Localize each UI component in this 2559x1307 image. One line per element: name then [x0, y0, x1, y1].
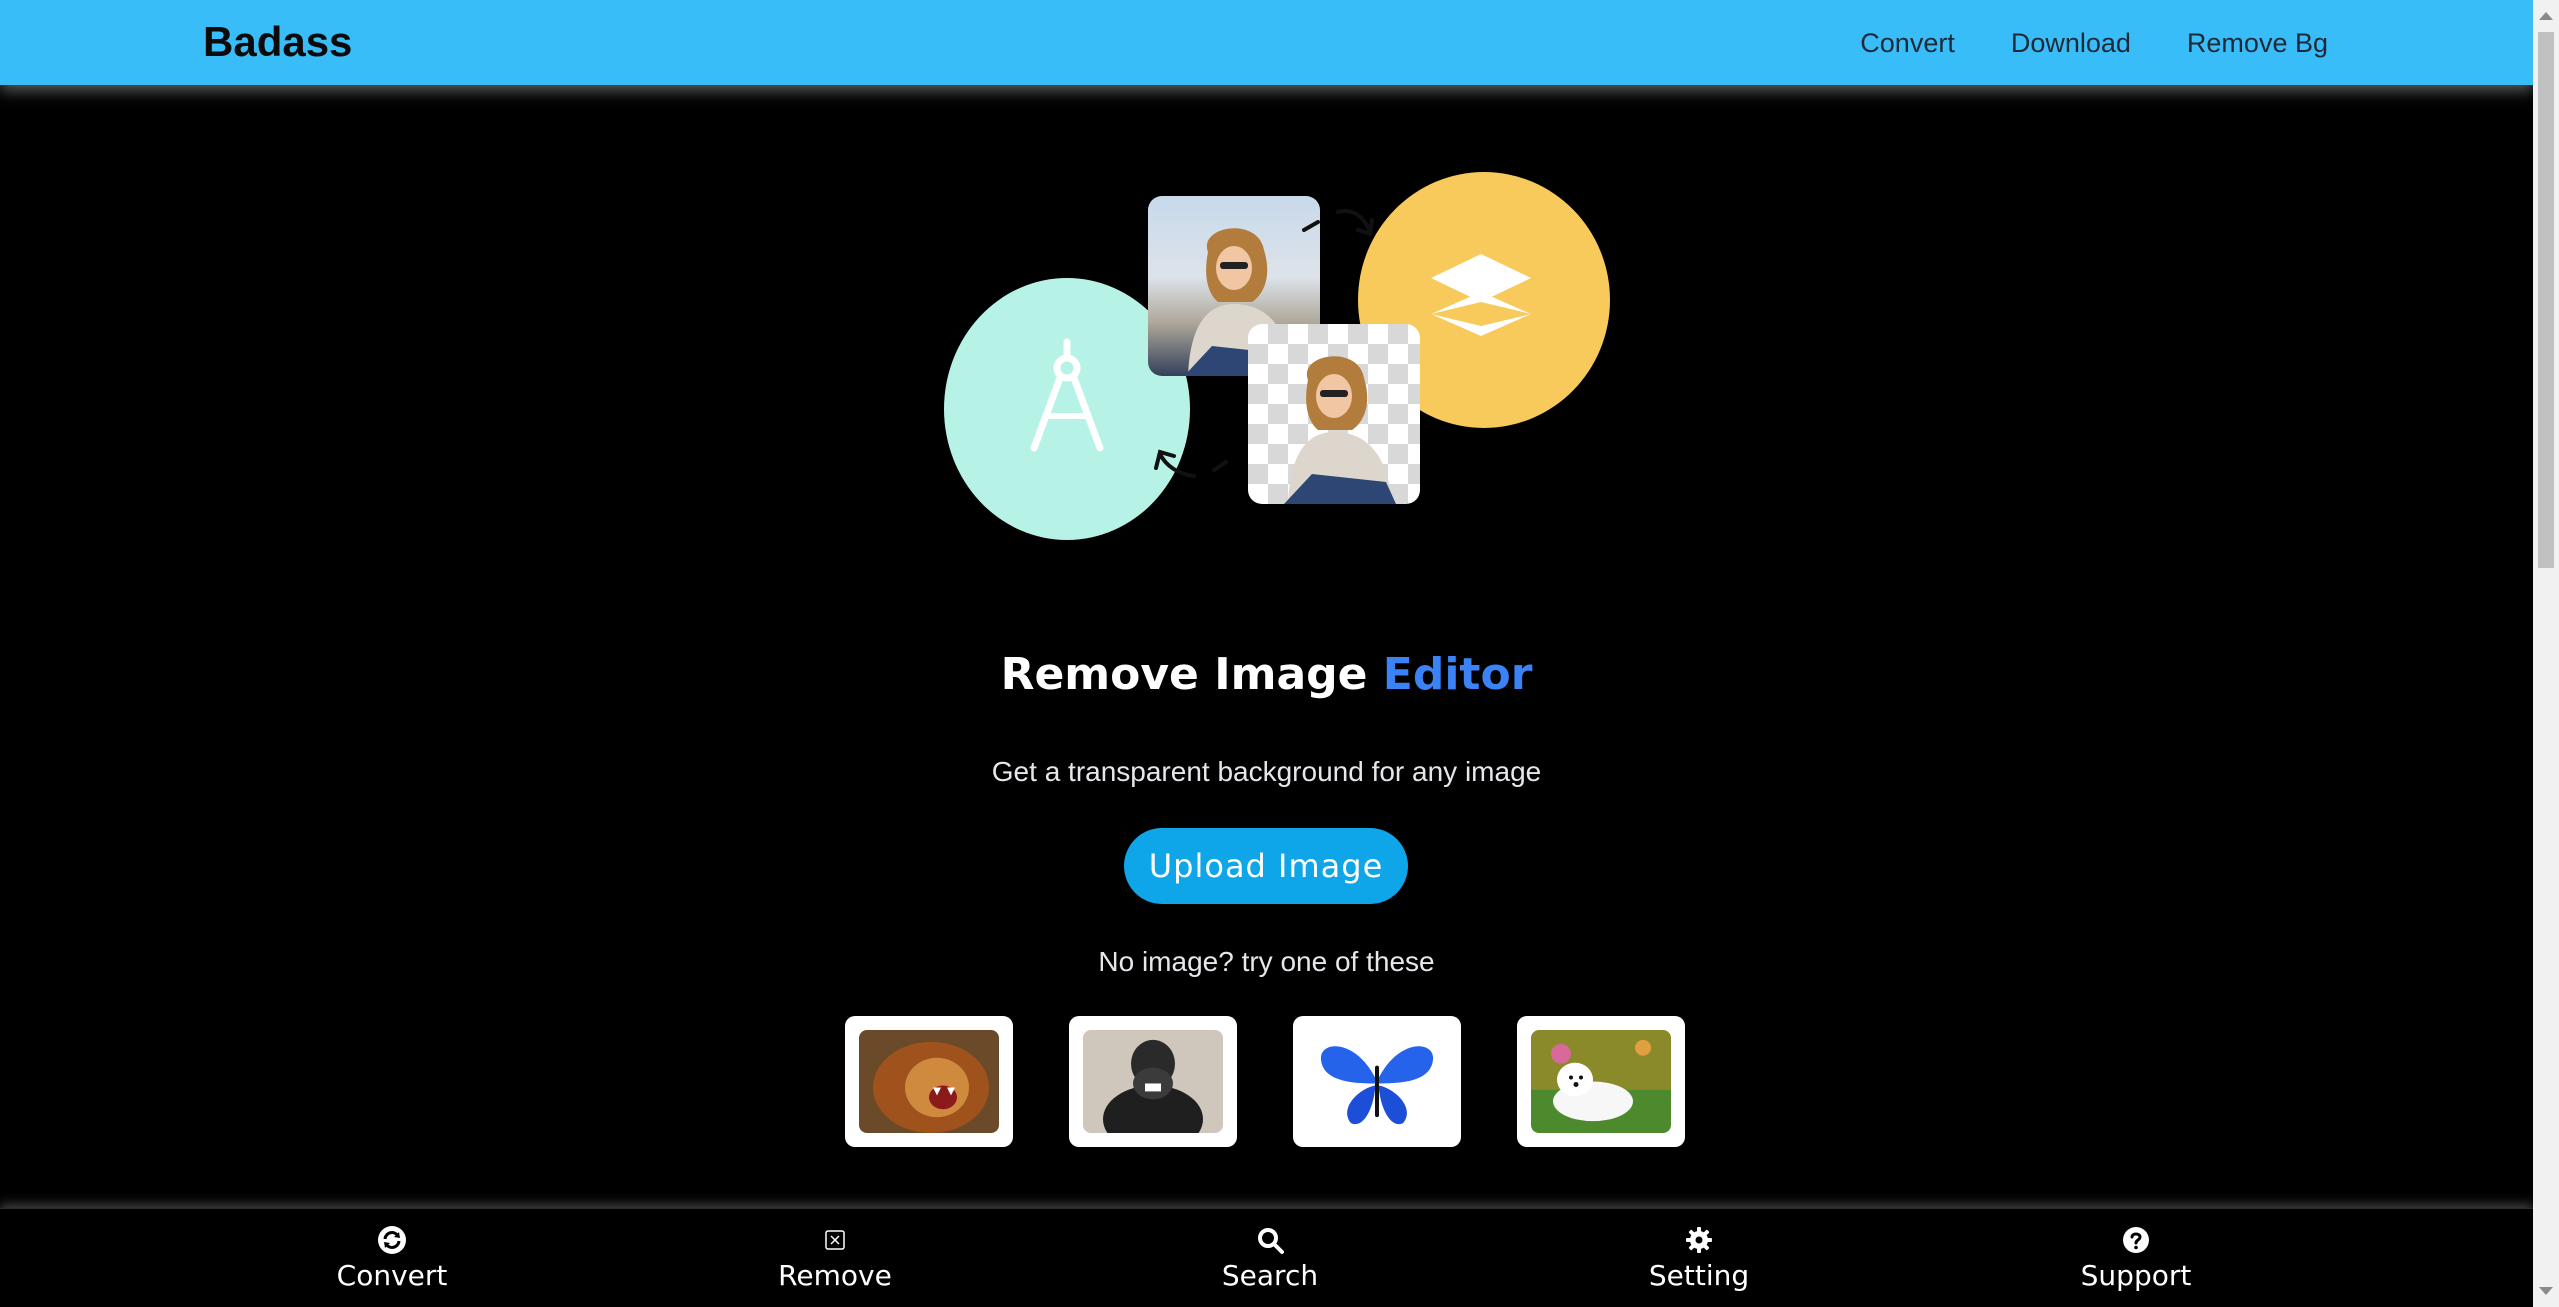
search-icon [1258, 1228, 1284, 1254]
top-navbar: Badass Convert Download Remove Bg [0, 0, 2533, 85]
bottom-nav-label: Remove [778, 1259, 892, 1292]
sample-gorilla[interactable] [1069, 1016, 1237, 1147]
page-title: Remove Image Editor [0, 649, 2533, 700]
nav-link-download[interactable]: Download [2011, 28, 2131, 59]
bottom-nav-setting[interactable]: Setting [1599, 1225, 1799, 1292]
bottom-nav-label: Setting [1648, 1259, 1750, 1292]
sync-icon [378, 1226, 406, 1254]
layers-icon [1431, 254, 1531, 336]
upload-image-button[interactable]: Upload Image [1124, 828, 1408, 904]
cutout-photo [1248, 324, 1420, 504]
lion-image [859, 1030, 999, 1133]
person-cutout-illustration [1284, 356, 1396, 504]
gear-icon [1686, 1227, 1712, 1253]
title-accent: Editor [1382, 649, 1533, 701]
sample-images [845, 1016, 1685, 1147]
butterfly-image [1307, 1030, 1447, 1133]
bottom-nav-support[interactable]: Support [2036, 1225, 2236, 1292]
gorilla-image [1083, 1030, 1223, 1133]
page: Badass Convert Download Remove Bg Remove… [0, 0, 2559, 1307]
scroll-thumb[interactable] [2538, 32, 2554, 568]
bottom-nav-label: Convert [336, 1259, 448, 1292]
hero-illustration [930, 160, 1630, 560]
remove-icon [825, 1230, 845, 1250]
bottom-nav-label: Support [2080, 1259, 2192, 1292]
bottom-nav: Convert Remove Search Setting Support [0, 1208, 2533, 1307]
vertical-scrollbar[interactable] [2533, 0, 2559, 1307]
scroll-down-icon[interactable] [2539, 1287, 2553, 1295]
bottom-nav-search[interactable]: Search [1170, 1225, 1370, 1292]
nav-link-convert[interactable]: Convert [1860, 28, 1955, 59]
help-icon [2123, 1227, 2149, 1253]
title-main: Remove Image [1000, 649, 1368, 701]
sample-prompt: No image? try one of these [1098, 946, 1435, 977]
bottom-nav-label: Search [1221, 1259, 1319, 1292]
arrow-icon [1302, 209, 1374, 237]
bottom-nav-remove[interactable]: Remove [735, 1225, 935, 1292]
nav-links: Convert Download Remove Bg [1860, 28, 2328, 59]
sample-dog[interactable] [1517, 1016, 1685, 1147]
brand-logo[interactable]: Badass [203, 18, 352, 66]
page-subtitle: Get a transparent background for any ima… [991, 756, 1542, 787]
bottom-nav-convert[interactable]: Convert [292, 1225, 492, 1292]
sample-butterfly[interactable] [1293, 1016, 1461, 1147]
sample-lion[interactable] [845, 1016, 1013, 1147]
dog-image [1531, 1030, 1671, 1133]
arrow-icon [1154, 449, 1228, 478]
compass-icon [1030, 338, 1104, 452]
nav-link-remove-bg[interactable]: Remove Bg [2187, 28, 2328, 59]
scroll-up-icon[interactable] [2539, 12, 2553, 20]
